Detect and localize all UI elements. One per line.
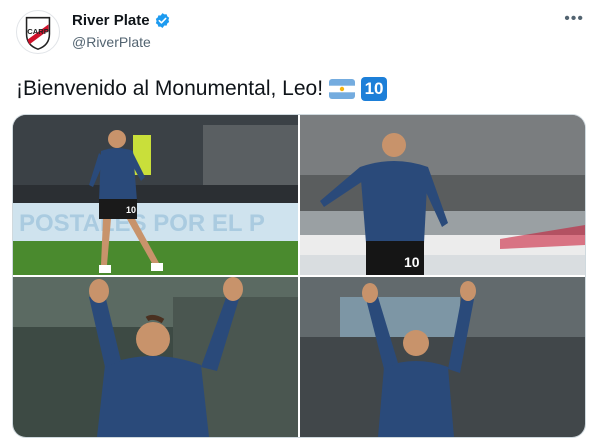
account-name-row: River Plate xyxy=(72,12,171,29)
photo-warmup-jog[interactable]: POSTALES POR EL P 10 xyxy=(13,115,298,275)
tweet-body: ¡Bienvenido al Monumental, Leo! xyxy=(16,77,324,100)
photo-grid: POSTALES POR EL P 10 10 xyxy=(12,114,586,438)
display-name[interactable]: River Plate xyxy=(72,12,150,29)
tweet-text: ¡Bienvenido al Monumental, Leo! 10 xyxy=(16,76,388,102)
shirt-number-2: 10 xyxy=(404,254,420,270)
argentina-flag-icon xyxy=(329,79,356,99)
photo-warmup-stretch[interactable]: 10 xyxy=(300,115,585,275)
svg-text:CARP: CARP xyxy=(27,27,49,36)
river-plate-crest-icon[interactable]: CARP xyxy=(16,10,60,54)
shirt-number-1: 10 xyxy=(126,205,136,215)
more-options-button[interactable]: ••• xyxy=(564,10,584,28)
keycap-ten-icon: 10 xyxy=(361,77,388,101)
verified-badge-icon xyxy=(155,13,169,28)
tweet-card: CARP River Plate @RiverPlate ••• ¡Bienve… xyxy=(0,0,600,446)
photo-arms-raised-left[interactable] xyxy=(13,277,298,437)
photo-arms-raised-right[interactable] xyxy=(300,277,585,437)
account-handle[interactable]: @RiverPlate xyxy=(72,34,151,50)
